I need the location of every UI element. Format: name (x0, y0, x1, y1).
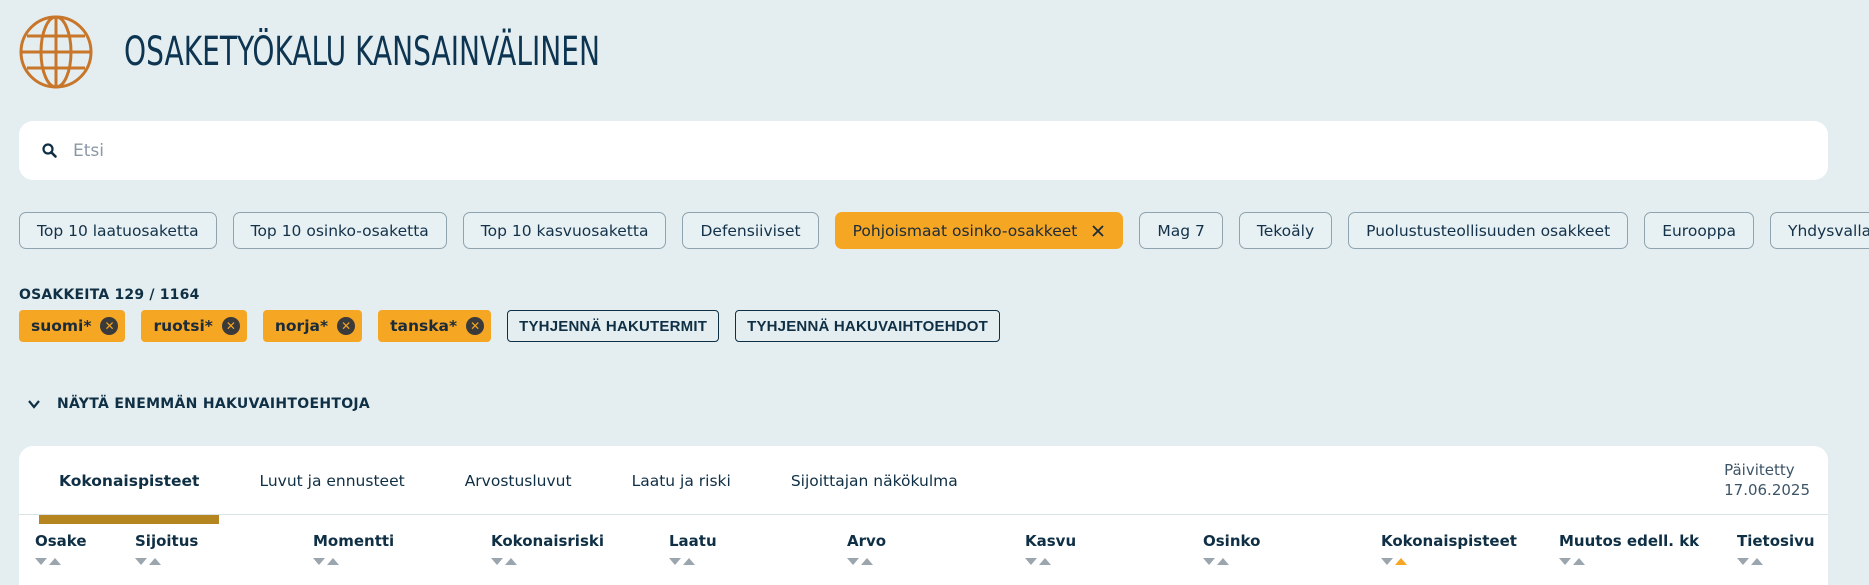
sort-icon[interactable] (35, 558, 61, 565)
divider (19, 514, 1828, 515)
filter-tag-label: norja* (274, 317, 329, 335)
column-label: Muutos edell. kk (1559, 532, 1700, 550)
tab-valuation[interactable]: Arvostusluvut (445, 446, 592, 515)
column-label: Kokonaisriski (491, 532, 604, 550)
result-count: OSAKKEITA 129 / 1164 (19, 287, 200, 303)
show-more-label: NÄYTÄ ENEMMÄN HAKUVAIHTOEHTOJA (57, 396, 371, 412)
search-bar[interactable] (19, 121, 1828, 180)
preset-chip[interactable]: Top 10 kasvuosaketta (462, 212, 667, 249)
column-label: Osake (35, 532, 87, 550)
remove-tag-icon[interactable]: ✕ (337, 317, 356, 335)
filter-tag-label: suomi* (31, 317, 92, 335)
filter-tag: norja* ✕ (262, 310, 363, 342)
preset-chip[interactable]: Defensiiviset (682, 212, 819, 249)
filter-tag-label: tanska* (390, 317, 458, 335)
tab-figures-forecasts[interactable]: Luvut ja ennusteet (239, 446, 424, 515)
column-label: Kokonaispisteet (1381, 532, 1517, 550)
preset-label: Pohjoismaat osinko-osakkeet (852, 221, 1078, 240)
header: OSAKETYÖKALU KANSAINVÄLINEN (18, 14, 734, 90)
globe-icon[interactable] (18, 14, 94, 90)
remove-tag-icon[interactable]: ✕ (466, 317, 485, 335)
preset-chip[interactable]: Top 10 osinko-osaketta (232, 212, 447, 249)
sort-icon[interactable] (1203, 558, 1229, 565)
preset-label: Eurooppa (1662, 221, 1736, 240)
sort-icon-active[interactable] (1381, 558, 1407, 565)
updated-info: Päivitetty 17.06.2025 (1724, 460, 1810, 500)
column-header[interactable]: Kasvu (1025, 532, 1076, 550)
active-filters: suomi* ✕ ruotsi* ✕ norja* ✕ tanska* ✕ TY… (19, 310, 1001, 342)
sort-icon[interactable] (135, 558, 161, 565)
preset-chip[interactable]: Top 10 laatuosaketta (19, 212, 217, 249)
sort-icon[interactable] (1737, 558, 1763, 565)
column-header[interactable]: Sijoitus (135, 532, 198, 550)
filter-tag: ruotsi* ✕ (141, 310, 247, 342)
preset-label: Top 10 laatuosaketta (37, 221, 199, 240)
preset-chip[interactable]: Puolustusteollisuuden osakkeet (1348, 212, 1629, 249)
column-label: Momentti (313, 532, 395, 550)
column-header[interactable]: Kokonaisriski (491, 532, 604, 550)
preset-chip[interactable]: Eurooppa (1644, 212, 1754, 249)
clear-search-options-button[interactable]: TYHJENNÄ HAKUVAIHTOEHDOT (735, 310, 1001, 342)
column-label: Tietosivu (1737, 532, 1815, 550)
results-panel: Kokonaispisteet Luvut ja ennusteet Arvos… (19, 446, 1828, 585)
column-header[interactable]: Muutos edell. kk (1559, 532, 1699, 550)
updated-label: Päivitetty (1724, 461, 1795, 479)
show-more-options-toggle[interactable]: NÄYTÄ ENEMMÄN HAKUVAIHTOEHTOJA (27, 396, 370, 412)
column-header[interactable]: Arvo (847, 532, 886, 550)
chevron-down-icon (28, 400, 40, 409)
sort-icon[interactable] (491, 558, 517, 565)
sort-icon[interactable] (669, 558, 695, 565)
preset-chip[interactable]: Tekoäly (1238, 212, 1333, 249)
updated-date: 17.06.2025 (1724, 481, 1810, 499)
search-icon (42, 142, 57, 158)
preset-chip[interactable]: Yhdysvallat (1769, 212, 1869, 249)
filter-tag: suomi* ✕ (19, 310, 126, 342)
preset-chip-active[interactable]: Pohjoismaat osinko-osakkeet (834, 212, 1124, 249)
preset-label: Defensiiviset (700, 221, 801, 240)
clear-search-terms-button[interactable]: TYHJENNÄ HAKUTERMIT (507, 310, 720, 342)
remove-tag-icon[interactable]: ✕ (221, 317, 240, 335)
tab-bar: Kokonaispisteet Luvut ja ennusteet Arvos… (39, 446, 998, 524)
preset-label: Mag 7 (1157, 221, 1205, 240)
preset-chip[interactable]: Mag 7 (1139, 212, 1223, 249)
sort-icon[interactable] (1025, 558, 1051, 565)
column-header[interactable]: Tietosivu (1737, 532, 1815, 550)
column-label: Kasvu (1025, 532, 1077, 550)
preset-label: Tekoäly (1256, 221, 1315, 240)
column-label: Sijoitus (135, 532, 199, 550)
search-input[interactable] (73, 140, 1773, 161)
preset-label: Top 10 kasvuosaketta (480, 221, 649, 240)
column-header-sorted[interactable]: Kokonaispisteet (1381, 532, 1517, 550)
preset-filters: Top 10 laatuosaketta Top 10 osinko-osake… (19, 212, 1869, 249)
tab-investor-view[interactable]: Sijoittajan näkökulma (771, 446, 978, 515)
preset-label: Top 10 osinko-osaketta (250, 221, 429, 240)
tab-total-score[interactable]: Kokonaispisteet (39, 446, 220, 524)
close-icon[interactable] (1091, 224, 1105, 238)
filter-tag: tanska* ✕ (378, 310, 492, 342)
column-label: Osinko (1203, 532, 1261, 550)
column-header[interactable]: Momentti (313, 532, 394, 550)
sort-icon[interactable] (847, 558, 873, 565)
app-title: OSAKETYÖKALU KANSAINVÄLINEN (124, 29, 601, 75)
column-label: Laatu (669, 532, 717, 550)
column-header[interactable]: Osinko (1203, 532, 1260, 550)
sort-icon[interactable] (313, 558, 339, 565)
column-label: Arvo (847, 532, 887, 550)
column-header[interactable]: Osake (35, 532, 87, 550)
preset-label: Yhdysvallat (1787, 221, 1869, 240)
tab-quality-risk[interactable]: Laatu ja riski (612, 446, 751, 515)
filter-tag-label: ruotsi* (153, 317, 213, 335)
sort-icon[interactable] (1559, 558, 1585, 565)
preset-label: Puolustusteollisuuden osakkeet (1366, 221, 1611, 240)
remove-tag-icon[interactable]: ✕ (100, 317, 119, 335)
column-header[interactable]: Laatu (669, 532, 717, 550)
